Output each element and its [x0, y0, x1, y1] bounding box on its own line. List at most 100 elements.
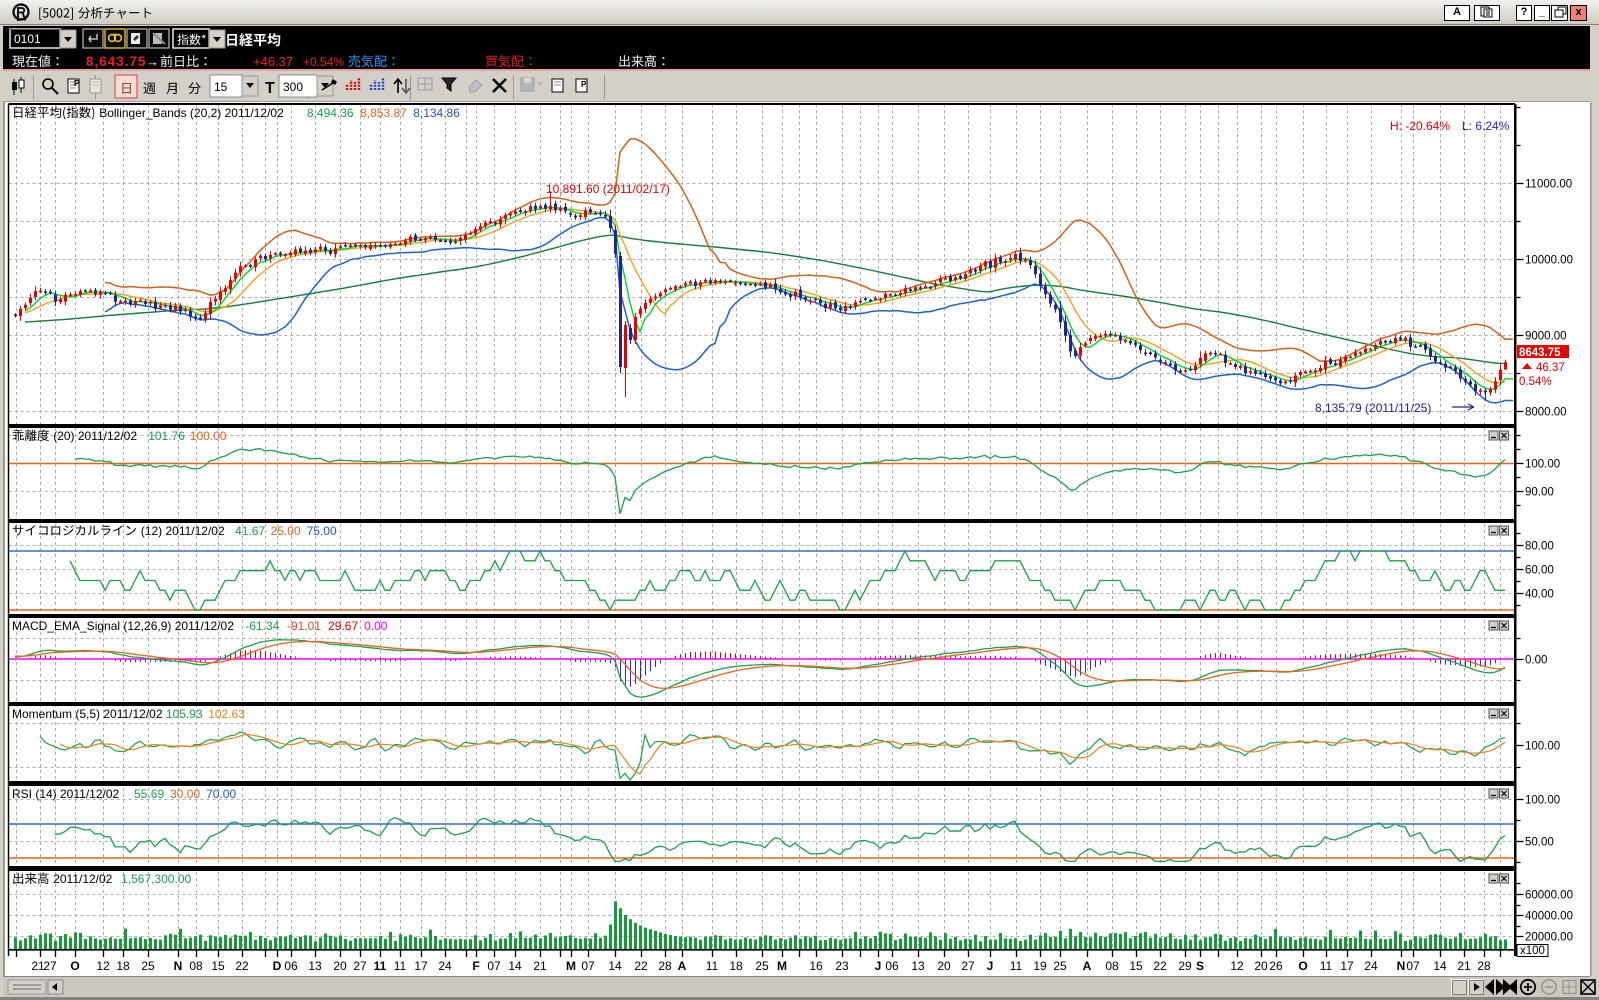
svg-text:11: 11 [374, 959, 387, 973]
svg-text:24: 24 [438, 959, 452, 973]
svg-text:M: M [566, 959, 576, 973]
svg-text:F: F [472, 959, 479, 973]
svg-text:21: 21 [1457, 959, 1471, 973]
svg-text:25.00: 25.00 [271, 524, 301, 538]
svg-text:20: 20 [937, 959, 951, 973]
svg-text:14: 14 [508, 959, 522, 973]
svg-text:102.63: 102.63 [208, 707, 245, 721]
svg-text:22: 22 [235, 959, 249, 973]
svg-text:100.00: 100.00 [190, 429, 227, 443]
svg-text:06: 06 [885, 959, 899, 973]
svg-text:29: 29 [1178, 959, 1192, 973]
svg-text:25: 25 [755, 959, 769, 973]
svg-text:9000.00: 9000.00 [1525, 331, 1567, 343]
svg-text:12: 12 [1230, 959, 1244, 973]
svg-text:D: D [273, 959, 282, 973]
svg-text:MACD_EMA_Signal (12,26,9) 2011: MACD_EMA_Signal (12,26,9) 2011/12/02 [12, 619, 234, 633]
svg-text:(20) 2011/12/02: (20) 2011/12/02 [53, 429, 137, 443]
svg-text:08: 08 [189, 959, 203, 973]
svg-text:40.00: 40.00 [1525, 589, 1554, 601]
svg-text:20000.00: 20000.00 [1525, 932, 1573, 944]
svg-text:J: J [875, 959, 882, 973]
svg-text:8643.75: 8643.75 [1519, 347, 1561, 359]
svg-text:105.93: 105.93 [166, 707, 203, 721]
svg-text:11: 11 [706, 959, 719, 973]
svg-text:N: N [1397, 959, 1406, 973]
svg-text:M: M [777, 959, 787, 973]
svg-text:75.00: 75.00 [307, 524, 337, 538]
svg-text:Bollinger_Bands (20,2) 2011/12: Bollinger_Bands (20,2) 2011/12/02 [99, 106, 284, 120]
svg-text:10000.00: 10000.00 [1525, 255, 1573, 267]
svg-text:8,134.86: 8,134.86 [413, 106, 460, 120]
svg-text:20: 20 [333, 959, 347, 973]
svg-text:J: J [987, 959, 994, 973]
svg-text:23: 23 [835, 959, 849, 973]
svg-text:28: 28 [1477, 959, 1491, 973]
svg-text:101.76: 101.76 [148, 429, 185, 443]
svg-text:15: 15 [1129, 959, 1143, 973]
svg-text:A: A [678, 959, 687, 973]
svg-text:8,494.36: 8,494.36 [307, 106, 354, 120]
svg-text:Momentum (5,5) 2011/12/02: Momentum (5,5) 2011/12/02 [12, 707, 163, 721]
svg-text:x100: x100 [1520, 945, 1545, 957]
svg-text:O: O [1298, 959, 1307, 973]
svg-text:60000.00: 60000.00 [1525, 890, 1573, 902]
svg-text:80.00: 80.00 [1525, 541, 1554, 553]
svg-text:08: 08 [1105, 959, 1119, 973]
svg-text:100.00: 100.00 [1525, 741, 1560, 753]
svg-text:27: 27 [961, 959, 975, 973]
svg-text:0.54%: 0.54% [1519, 376, 1552, 388]
svg-text:14: 14 [1433, 959, 1447, 973]
svg-text:40000.00: 40000.00 [1525, 911, 1573, 923]
svg-text:17: 17 [1340, 959, 1354, 973]
svg-text:12: 12 [96, 959, 110, 973]
svg-text:27: 27 [353, 959, 367, 973]
svg-text:H: -20.64%: H: -20.64% [1390, 119, 1450, 133]
svg-text:L: 6.24%: L: 6.24% [1462, 119, 1510, 133]
svg-text:11: 11 [1320, 959, 1333, 973]
svg-text:29.67: 29.67 [328, 619, 358, 633]
svg-text:18: 18 [729, 959, 743, 973]
svg-text:25: 25 [141, 959, 155, 973]
svg-text:-91.01: -91.01 [287, 619, 321, 633]
svg-text:21: 21 [533, 959, 547, 973]
svg-text:14: 14 [608, 959, 622, 973]
svg-text:-61.34: -61.34 [245, 619, 279, 633]
svg-text:16: 16 [809, 959, 823, 973]
svg-text:60.00: 60.00 [1525, 565, 1554, 577]
svg-text:O: O [70, 959, 79, 973]
svg-text:07: 07 [581, 959, 595, 973]
svg-text:100.00: 100.00 [1525, 459, 1560, 471]
svg-text:17: 17 [414, 959, 428, 973]
svg-text:07: 07 [487, 959, 501, 973]
svg-text:1,567,300.00: 1,567,300.00 [121, 872, 191, 886]
svg-text:06: 06 [284, 959, 298, 973]
svg-text:10,891.60 (2011/02/17): 10,891.60 (2011/02/17) [546, 182, 670, 196]
svg-text:11000.00: 11000.00 [1525, 179, 1572, 191]
svg-text:0.00: 0.00 [1525, 655, 1547, 667]
svg-text:11: 11 [394, 959, 407, 973]
svg-text:70.00: 70.00 [206, 787, 236, 801]
svg-text:N: N [174, 959, 183, 973]
svg-text:55.69: 55.69 [134, 787, 164, 801]
svg-text:27: 27 [43, 959, 57, 973]
svg-text:(12) 2011/12/02: (12) 2011/12/02 [141, 524, 225, 538]
svg-text:90.00: 90.00 [1525, 487, 1554, 499]
svg-text:19: 19 [1033, 959, 1047, 973]
svg-text:22: 22 [634, 959, 648, 973]
svg-text:20: 20 [1254, 959, 1268, 973]
svg-text:S: S [1196, 959, 1204, 973]
svg-text:07: 07 [1406, 959, 1420, 973]
svg-text:RSI (14) 2011/12/02: RSI (14) 2011/12/02 [12, 787, 120, 801]
svg-text:2011/12/02: 2011/12/02 [53, 872, 112, 886]
svg-text:50.00: 50.00 [1525, 837, 1554, 849]
svg-text:13: 13 [911, 959, 925, 973]
svg-text:100.00: 100.00 [1525, 795, 1560, 807]
svg-text:24: 24 [1364, 959, 1378, 973]
svg-text:41.67: 41.67 [235, 524, 265, 538]
svg-text:30.00: 30.00 [170, 787, 200, 801]
svg-text:13: 13 [308, 959, 322, 973]
svg-text:8000.00: 8000.00 [1525, 407, 1567, 419]
svg-text:46.37: 46.37 [1536, 362, 1565, 374]
svg-text:A: A [1083, 959, 1092, 973]
